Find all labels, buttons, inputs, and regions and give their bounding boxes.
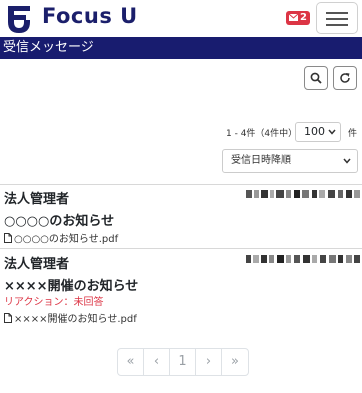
- search-button[interactable]: [304, 66, 328, 90]
- message-sender: 法人管理者: [4, 257, 70, 272]
- refresh-icon: [340, 73, 350, 83]
- divider: [0, 184, 362, 185]
- message-item[interactable]: 法人管理者 ××××開催のお知らせ リアクション：未回答 ××××開催のお知らせ…: [4, 253, 360, 325]
- menu-toggle-button[interactable]: [316, 2, 358, 34]
- sort-order-value: 受信日時降順: [231, 155, 291, 166]
- message-subject: ××××開催のお知らせ: [4, 279, 139, 294]
- current-page[interactable]: 1: [170, 349, 196, 375]
- message-subject: ○○○○のお知らせ: [4, 214, 115, 229]
- divider: [0, 248, 362, 249]
- chevron-down-icon: [328, 129, 336, 135]
- per-page-select[interactable]: 100: [295, 122, 341, 142]
- logo-text[interactable]: Focus U: [42, 4, 138, 28]
- file-icon: [4, 233, 12, 243]
- attachment-name: ○○○○のお知らせ.pdf: [14, 234, 119, 245]
- sort-order-select[interactable]: 受信日時降順: [222, 149, 358, 173]
- per-page-unit: 件: [348, 129, 358, 139]
- header-bar: Focus U 2: [0, 0, 362, 36]
- last-page-button[interactable]: »: [222, 349, 248, 375]
- result-count: 1 - 4件（4件中）: [226, 129, 298, 139]
- menu-bar-icon: [326, 12, 348, 14]
- redacted-date: [246, 255, 360, 263]
- attachment-name: ××××開催のお知らせ.pdf: [14, 314, 137, 325]
- file-icon: [4, 313, 12, 323]
- prev-page-button[interactable]: ‹: [144, 349, 170, 375]
- menu-bar-icon: [326, 18, 348, 20]
- message-item[interactable]: 法人管理者 ○○○○のお知らせ ○○○○のお知らせ.pdf: [4, 188, 360, 245]
- attachment-link[interactable]: ××××開催のお知らせ.pdf: [4, 310, 137, 325]
- envelope-icon: [289, 14, 298, 21]
- redacted-date: [246, 190, 360, 198]
- focus-u-logo-icon[interactable]: [4, 3, 34, 33]
- first-page-button[interactable]: «: [118, 349, 144, 375]
- pagination: « ‹ 1 › »: [117, 348, 249, 376]
- chevron-down-icon: [343, 158, 351, 164]
- menu-bar-icon: [326, 24, 348, 26]
- message-sender: 法人管理者: [4, 192, 70, 207]
- mail-notification-badge[interactable]: 2: [286, 11, 310, 25]
- reaction-status: リアクション：未回答: [4, 297, 104, 308]
- next-page-button[interactable]: ›: [196, 349, 222, 375]
- page-title: 受信メッセージ: [0, 37, 362, 59]
- mail-count: 2: [300, 12, 307, 23]
- attachment-link[interactable]: ○○○○のお知らせ.pdf: [4, 230, 118, 245]
- search-icon: [310, 72, 322, 84]
- per-page-value: 100: [304, 125, 325, 138]
- refresh-button[interactable]: [333, 66, 357, 90]
